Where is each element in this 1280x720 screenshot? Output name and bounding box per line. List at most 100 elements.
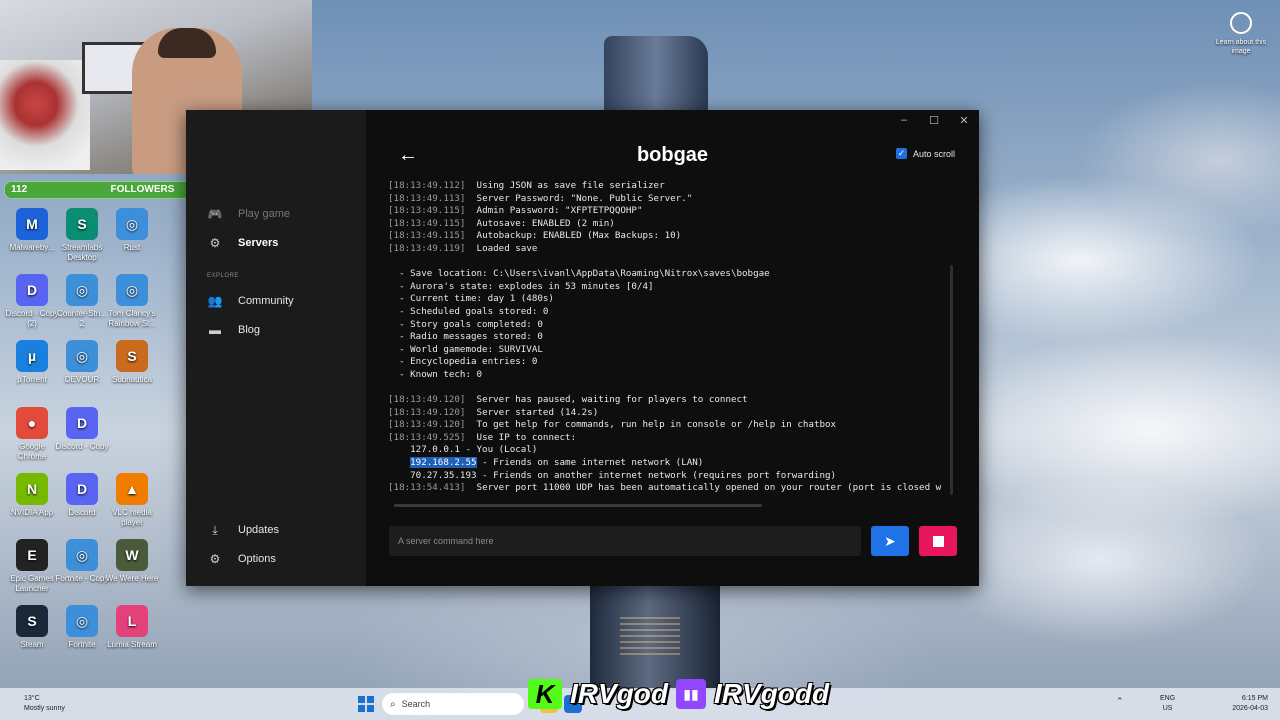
send-command-button[interactable]: ➤ xyxy=(871,526,909,556)
desktop-icon[interactable]: N NVIDIA App xyxy=(5,473,59,518)
console-timestamp: [18:13:49.120] xyxy=(388,406,466,418)
desktop-icon[interactable]: E Epic Games Launcher xyxy=(5,539,59,594)
command-input[interactable] xyxy=(389,526,861,556)
language-indicator[interactable]: ENG US xyxy=(1160,694,1175,714)
weather-widget[interactable]: 13°C Mostly sunny xyxy=(24,694,65,714)
app-icon: W xyxy=(116,539,148,571)
desktop-icon[interactable]: S Steam xyxy=(5,605,59,650)
desktop-icon-label: Epic Games Launcher xyxy=(10,574,54,593)
desktop-icon[interactable]: S Streamlabs Desktop xyxy=(55,208,109,263)
console-line: - Current time: day 1 (480s) xyxy=(388,293,944,306)
console-output[interactable]: [18:13:49.112] Using JSON as save file s… xyxy=(388,180,944,510)
console-text: - Current time: day 1 (480s) xyxy=(388,293,554,305)
app-icon: D xyxy=(66,407,98,439)
console-line: [18:13:49.525] Use IP to connect: xyxy=(388,432,944,445)
desktop-icon-label: Malwareby... xyxy=(9,243,55,252)
desktop-icon[interactable]: ▲ VLC media player xyxy=(105,473,159,528)
stop-icon xyxy=(932,535,944,547)
learn-about-image[interactable]: Learn about this image xyxy=(1215,12,1267,56)
desktop-icon[interactable]: ◎ Rust xyxy=(105,208,159,253)
console-horizontal-scrollbar[interactable] xyxy=(394,504,762,507)
desktop-icon[interactable]: ◎ Counter-Stri... 2 xyxy=(55,274,109,329)
console-text: Loaded save xyxy=(476,242,538,254)
sidebar-item-community[interactable]: 👥 Community xyxy=(208,294,294,308)
sidebar-item-blog[interactable]: ▬ Blog xyxy=(208,323,260,337)
console-line: [18:13:49.119] Loaded save xyxy=(388,243,944,256)
stream-handle-overlay: K IRVgod ▮▮ IRVgodd xyxy=(528,678,829,710)
app-icon: ◎ xyxy=(66,605,98,637)
desktop-icon[interactable]: ◎ Fortnite - Copy xyxy=(55,539,109,584)
console-text: - Scheduled goals stored: 0 xyxy=(388,305,549,317)
console-line: [18:13:49.120] Server has paused, waitin… xyxy=(388,394,944,407)
sidebar-item-options[interactable]: ⚙ Options xyxy=(208,552,276,566)
console-vertical-scrollbar[interactable] xyxy=(950,265,953,495)
server-title: bobgae xyxy=(636,144,709,166)
console-line: - Aurora's state: explodes in 53 minutes… xyxy=(388,281,944,294)
console-line: - Radio messages stored: 0 xyxy=(388,331,944,344)
console-line: [18:13:54.413] Server port 11000 UDP has… xyxy=(388,482,944,495)
camera-icon xyxy=(1230,12,1252,34)
console-text: 70.27.35.193 - Friends on another intern… xyxy=(388,469,837,481)
desktop-icon[interactable]: S Subnautica xyxy=(105,340,159,385)
taskbar-search[interactable]: ⌕ Search xyxy=(382,693,524,715)
app-icon: S xyxy=(66,208,98,240)
sidebar-item-servers[interactable]: ⚙ Servers xyxy=(208,236,279,250)
checkbox-checked-icon[interactable]: ✓ xyxy=(896,148,907,159)
console-line: - Encyclopedia entries: 0 xyxy=(388,356,944,369)
desktop-icon[interactable]: ◎ Tom Clancy's Rainbow Si... xyxy=(105,274,159,329)
console-timestamp: [18:13:49.112] xyxy=(388,180,466,191)
sidebar-item-updates[interactable]: ⤓ Updates xyxy=(208,523,279,537)
console-line: - Scheduled goals stored: 0 xyxy=(388,306,944,319)
desktop-icon[interactable]: ◎ Fortnite xyxy=(55,605,109,650)
desktop-icon[interactable]: M Malwareby... xyxy=(5,208,59,253)
console-text: Server started (14.2s) xyxy=(476,406,599,418)
stop-server-button[interactable] xyxy=(919,526,957,556)
desktop-icon-label: Steam xyxy=(20,640,44,649)
maximize-button[interactable]: ☐ xyxy=(924,114,944,127)
console-text: - World gamemode: SURVIVAL xyxy=(388,343,543,355)
console-text: - Encyclopedia entries: 0 xyxy=(388,356,538,368)
desktop-icon[interactable]: ◎ DEVOUR xyxy=(55,340,109,385)
desktop-icon[interactable]: W We Were Here xyxy=(105,539,159,584)
console-text: Server port 11000 UDP has been automatic… xyxy=(476,482,942,494)
console-timestamp: [18:13:54.413] xyxy=(388,482,466,494)
chevron-up-icon[interactable]: ⌃ xyxy=(1116,696,1124,707)
explore-section-label: EXPLORE xyxy=(207,273,239,279)
app-icon: S xyxy=(116,340,148,372)
console-timestamp: [18:13:49.120] xyxy=(388,419,466,431)
desktop-icon[interactable]: ● Google Chrome xyxy=(5,407,59,462)
desktop-icon[interactable]: D Discord - Copy (2) xyxy=(5,274,59,329)
desktop-icon[interactable]: L Lumia Stream xyxy=(105,605,159,650)
close-button[interactable]: ✕ xyxy=(954,114,974,127)
console-timestamp: [18:13:49.115] xyxy=(388,217,466,229)
console-line: - Save location: C:\Users\ivanl\AppData\… xyxy=(388,268,944,281)
console-line: - Story goals completed: 0 xyxy=(388,319,944,332)
console-line: 127.0.0.1 - You (Local) xyxy=(388,444,944,457)
console-line: [18:13:49.113] Server Password: "None. P… xyxy=(388,193,944,206)
desktop-icon-label: NVIDIA App xyxy=(10,508,54,517)
app-icon: ◎ xyxy=(116,208,148,240)
console-line: [18:13:49.115] Admin Password: "XFPTETPQ… xyxy=(388,205,944,218)
console-line: - World gamemode: SURVIVAL xyxy=(388,344,944,357)
selected-ip-text: 192.168.2.55 xyxy=(410,457,477,469)
desktop-icon-label: Counter-Stri... 2 xyxy=(57,309,107,328)
desktop-icon-label: Discord xyxy=(68,508,96,517)
console-text: Autobackup: ENABLED (Max Backups: 10) xyxy=(476,230,682,242)
console-text: Using JSON as save file serializer xyxy=(476,180,665,191)
minimize-button[interactable]: – xyxy=(894,114,914,126)
console-line: [18:13:49.115] Autosave: ENABLED (2 min) xyxy=(388,218,944,231)
desktop-icon[interactable]: D Discord xyxy=(55,473,109,518)
console-text: To get help for commands, run help in co… xyxy=(476,419,837,431)
desktop-icon[interactable]: µ µTorrent xyxy=(5,340,59,385)
sidebar-item-play-game[interactable]: 🎮 Play game xyxy=(207,207,290,221)
start-button[interactable] xyxy=(358,696,374,712)
app-icon: E xyxy=(16,539,48,571)
gamepad-icon: 🎮 xyxy=(207,207,223,221)
console-timestamp: [18:13:49.115] xyxy=(388,205,466,217)
auto-scroll-toggle[interactable]: ✓ Auto scroll xyxy=(896,148,955,159)
console-text: Use IP to connect: xyxy=(476,431,577,443)
desktop-icon[interactable]: D Discord - Copy xyxy=(55,407,109,452)
clock[interactable]: 6:15 PM 2026-04-03 xyxy=(1222,694,1268,714)
